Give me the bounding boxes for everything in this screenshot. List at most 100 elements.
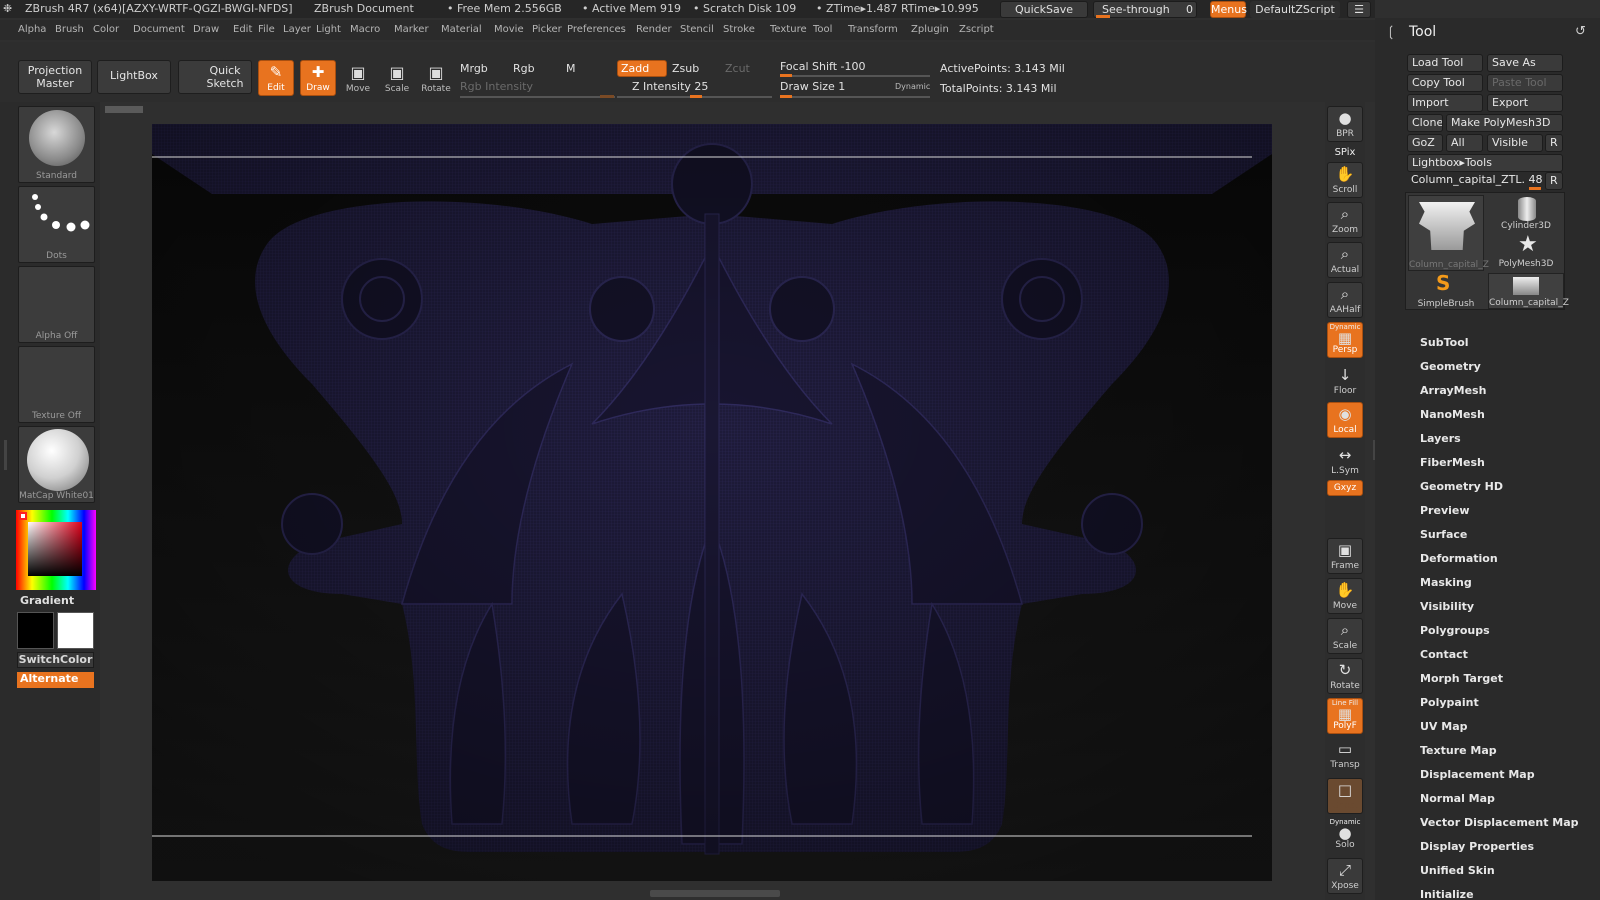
polyf-button[interactable]: Line Fill ▦ PolyF [1327, 698, 1363, 734]
section-visibility[interactable]: Visibility [1420, 600, 1474, 613]
gradient-label[interactable]: Gradient [20, 594, 74, 607]
floor-button[interactable]: ↓ Floor [1327, 364, 1363, 400]
section-masking[interactable]: Masking [1420, 576, 1472, 589]
quicksave-button[interactable]: QuickSave [1000, 1, 1088, 18]
material-thumbnail[interactable]: MatCap White01 [18, 426, 95, 503]
move-mode-button[interactable]: ▣ Move [340, 62, 376, 98]
clone-button[interactable]: Clone [1407, 114, 1443, 132]
section-subtool[interactable]: SubTool [1420, 336, 1469, 349]
dock-move-button[interactable]: ✋ Move [1327, 578, 1363, 614]
menu-layer[interactable]: Layer [283, 24, 311, 35]
make-polymesh3d-button[interactable]: Make PolyMesh3D [1446, 114, 1563, 132]
simplebrush-thumbnail[interactable]: S SimpleBrush [1408, 271, 1484, 309]
copy-tool-button[interactable]: Copy Tool [1407, 74, 1483, 92]
switch-color-button[interactable]: SwitchColor [17, 652, 94, 668]
load-tool-button[interactable]: Load Tool [1407, 54, 1483, 72]
section-arraymesh[interactable]: ArrayMesh [1420, 384, 1486, 397]
column-capital-thumbnail-2[interactable]: Column_capital_Z [1488, 273, 1569, 309]
cylinder3d-thumbnail[interactable]: Cylinder3D [1488, 195, 1564, 233]
aahalf-button[interactable]: ⌕ AAHalf [1327, 282, 1363, 318]
m-button[interactable]: M [566, 62, 576, 75]
menu-zplugin[interactable]: Zplugin [911, 24, 949, 35]
save-as-button[interactable]: Save As [1487, 54, 1563, 72]
dynamic-toggle[interactable]: Dynamic [895, 82, 930, 91]
rgb-button[interactable]: Rgb [513, 62, 535, 75]
draw-mode-button[interactable]: ✚ Draw [300, 60, 336, 96]
current-tool-r-button[interactable]: R [1545, 172, 1563, 190]
scale-mode-button[interactable]: ▣ Scale [379, 62, 415, 98]
section-geometry-hd[interactable]: Geometry HD [1420, 480, 1503, 493]
refresh-icon[interactable]: ↺ [1575, 24, 1586, 39]
section-surface[interactable]: Surface [1420, 528, 1467, 541]
edit-mode-button[interactable]: ✎ Edit [258, 60, 294, 96]
section-geometry[interactable]: Geometry [1420, 360, 1481, 373]
goz-all-button[interactable]: All [1446, 134, 1483, 152]
actual-button[interactable]: ⌕ Actual [1327, 242, 1363, 278]
color-picker-square[interactable] [28, 522, 82, 576]
section-display-properties[interactable]: Display Properties [1420, 840, 1534, 853]
layout-toggle-icon[interactable]: ☰ [1347, 1, 1371, 18]
menu-color[interactable]: Color [93, 24, 119, 35]
section-uv-map[interactable]: UV Map [1420, 720, 1468, 733]
goz-r-button[interactable]: R [1545, 134, 1563, 152]
current-tool-slider[interactable]: Column_capital_ZTL. 48 [1407, 172, 1543, 190]
polymesh3d-thumbnail[interactable]: ★ PolyMesh3D [1488, 233, 1564, 271]
main-color-swatch[interactable] [17, 612, 54, 649]
menu-light[interactable]: Light [316, 24, 341, 35]
frame-button[interactable]: ▣ Frame [1327, 538, 1363, 574]
menu-stroke[interactable]: Stroke [723, 24, 755, 35]
zcut-button[interactable]: Zcut [725, 62, 750, 75]
z-intensity-slider[interactable]: Z Intensity 25 [632, 80, 708, 93]
dock-scale-button[interactable]: ⌕ Scale [1327, 618, 1363, 654]
projection-master-button[interactable]: Projection Master [18, 60, 92, 94]
menu-stencil[interactable]: Stencil [680, 24, 714, 35]
section-morph-target[interactable]: Morph Target [1420, 672, 1503, 685]
section-vector-displacement-map[interactable]: Vector Displacement Map [1420, 816, 1579, 829]
menu-macro[interactable]: Macro [350, 24, 380, 35]
focal-shift-slider[interactable]: Focal Shift -100 [780, 60, 865, 73]
xpose-button[interactable]: ⤢ Xpose [1327, 858, 1363, 894]
section-initialize[interactable]: Initialize [1420, 888, 1474, 900]
menu-alpha[interactable]: Alpha [18, 24, 46, 35]
zoom-button[interactable]: ⌕ Zoom [1327, 202, 1363, 238]
section-normal-map[interactable]: Normal Map [1420, 792, 1495, 805]
menu-edit[interactable]: Edit [233, 24, 252, 35]
rgb-intensity-slider[interactable]: Rgb Intensity [460, 80, 533, 93]
texture-thumbnail[interactable]: Texture Off [18, 346, 95, 423]
bpr-button[interactable]: ● BPR [1327, 106, 1363, 142]
goz-visible-button[interactable]: Visible [1487, 134, 1543, 152]
paste-tool-button[interactable]: Paste Tool [1487, 74, 1563, 92]
menu-draw[interactable]: Draw [193, 24, 219, 35]
secondary-color-swatch[interactable] [57, 612, 94, 649]
menu-picker[interactable]: Picker [532, 24, 562, 35]
alternate-button[interactable]: Alternate [17, 672, 94, 688]
lightbox-button[interactable]: LightBox [97, 60, 171, 94]
section-displacement-map[interactable]: Displacement Map [1420, 768, 1535, 781]
section-preview[interactable]: Preview [1420, 504, 1470, 517]
left-tray-handle[interactable] [4, 440, 7, 470]
section-polygroups[interactable]: Polygroups [1420, 624, 1490, 637]
solo-button[interactable]: Dynamic ● Solo [1327, 818, 1363, 854]
lightbox-tools-button[interactable]: Lightbox▸Tools [1407, 154, 1563, 172]
menu-brush[interactable]: Brush [55, 24, 84, 35]
menu-document[interactable]: Document [133, 24, 185, 35]
zadd-button[interactable]: Zadd [617, 60, 667, 77]
export-button[interactable]: Export [1487, 94, 1563, 112]
goz-button[interactable]: GoZ [1407, 134, 1443, 152]
zsub-button[interactable]: Zsub [672, 62, 699, 75]
import-button[interactable]: Import [1407, 94, 1483, 112]
brush-thumbnail[interactable]: Standard [18, 106, 95, 183]
column-capital-thumbnail[interactable]: Column_capital_Z [1408, 195, 1489, 271]
menu-preferences[interactable]: Preferences [567, 24, 626, 35]
section-texture-map[interactable]: Texture Map [1420, 744, 1497, 757]
menu-texture[interactable]: Texture [770, 24, 807, 35]
section-nanomesh[interactable]: NanoMesh [1420, 408, 1485, 421]
xyz-button[interactable]: Gxyz [1327, 480, 1363, 496]
section-contact[interactable]: Contact [1420, 648, 1468, 661]
ghost-button[interactable]: □ Ghost [1327, 778, 1363, 814]
mrgb-button[interactable]: Mrgb [460, 62, 488, 75]
menu-tool[interactable]: Tool [813, 24, 832, 35]
section-unified-skin[interactable]: Unified Skin [1420, 864, 1495, 877]
persp-button[interactable]: Dynamic ▦ Persp [1327, 322, 1363, 358]
menu-marker[interactable]: Marker [394, 24, 429, 35]
